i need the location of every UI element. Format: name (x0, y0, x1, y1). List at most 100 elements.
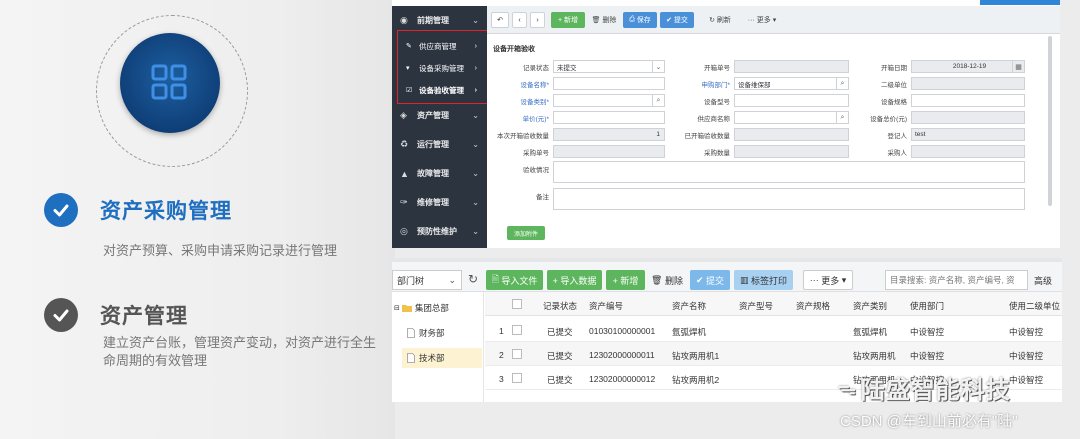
highlight-box (397, 30, 490, 104)
next-button[interactable]: › (530, 12, 545, 28)
print-label-button[interactable]: ▥ 标签打印 (734, 270, 793, 290)
row-checkbox[interactable] (512, 349, 522, 359)
submit-button[interactable]: ✔ 提交 (690, 270, 730, 290)
sidebar-item-preventive[interactable]: ◎ 预防性维护 ⌄ (392, 217, 487, 246)
advanced-search-link[interactable]: 高级 (1034, 274, 1052, 287)
current-count-field[interactable]: 1 (553, 128, 665, 141)
source-watermark: CSDN @车到山前必有"陆" (840, 413, 1018, 430)
check-icon: ✔ (695, 274, 704, 285)
tree-node-finance[interactable]: 财务部 (406, 327, 445, 339)
purchase-no-field[interactable] (553, 145, 665, 158)
sidebar-item-operation[interactable]: ♻ 运行管理 ⌄ (392, 130, 487, 159)
purchase-count-field[interactable] (734, 145, 849, 158)
list-toolbar: 部门树 ⌄ ↻ 🗎 导入文件 + 导入数据 + 新增 🗑 删除 ✔ 提交 ▥ 标… (392, 262, 1062, 292)
table-header: 记录状态 资产编号 资产名称 资产型号 资产规格 资产类别 使用部门 使用二级单… (485, 292, 1062, 316)
ellipsis-icon: ··· (747, 16, 755, 24)
folder-icon (401, 305, 412, 312)
tree-node-root[interactable]: ⊟ 集团总部 (394, 302, 449, 314)
registrant-field[interactable]: test (911, 128, 1025, 141)
prev-button[interactable]: ‹ (512, 12, 527, 28)
record-status-select[interactable]: 未提交 ⌄ (553, 60, 665, 73)
col-header: 资产规格 (796, 301, 831, 311)
label-record-status: 记录状态 (523, 65, 549, 72)
chevron-down-icon: ⌄ (472, 140, 479, 149)
delete-button[interactable]: 🗑 删除 (649, 270, 685, 290)
label-device-type: 设备类别* (520, 99, 549, 106)
col-header: 资产编号 (589, 301, 624, 311)
check-circle-icon (44, 193, 78, 227)
sidebar-item-repair[interactable]: ✑ 维修管理 ⌄ (392, 188, 487, 217)
recycle-icon: ♻ (400, 139, 409, 149)
dept-tree-select[interactable]: 部门树 ⌄ (392, 270, 462, 290)
undo-icon: ↶ (497, 17, 503, 24)
more-button[interactable]: ··· 更多 ▾ (742, 12, 782, 28)
sidebar-item-asset[interactable]: ◈ 资产管理 ⌄ (392, 101, 487, 130)
total-price-field[interactable] (911, 111, 1025, 124)
chevron-left-icon: ‹ (518, 16, 521, 24)
form-title: 设备开箱验收 (493, 46, 535, 53)
chevron-right-icon: › (536, 16, 539, 24)
form-scrollbar[interactable] (1048, 36, 1052, 206)
device-spec-field[interactable] (911, 94, 1025, 107)
apps-grid-icon (120, 33, 220, 133)
save-button[interactable]: ⎙ 保存 (623, 12, 657, 28)
label-purchase-count: 采购数量 (704, 150, 730, 157)
brand-watermark: ᯓ 陆盛智能科技 (838, 377, 1011, 404)
remark-textarea[interactable] (553, 188, 1025, 210)
open-date-field[interactable]: 2018-12-19 ▦ (911, 60, 1025, 73)
refresh-button[interactable]: ↻ 刷新 (703, 12, 737, 28)
label-device-name: 设备名称* (520, 82, 549, 89)
delete-button[interactable]: 🗑 删除 (589, 12, 619, 28)
table-row[interactable]: 2 已提交 12302000000011 钻攻两用机1 钻攻两用机 中设智控 中… (485, 342, 1062, 366)
device-type-field[interactable]: ⌕ (553, 94, 665, 107)
col-header: 使用部门 (910, 301, 945, 311)
form-toolbar: ↶ ‹ › + 新增 🗑 删除 ⎙ 保存 ✔ 提交 ↻ 刷新 ··· 更多 ▾ (487, 6, 1060, 34)
feature-asset-management: 资产管理 (44, 298, 188, 332)
file-icon: 🗎 (491, 274, 499, 284)
undo-button[interactable]: ↶ (491, 12, 509, 28)
tree-node-tech[interactable]: 技术部 (402, 348, 482, 368)
import-data-button[interactable]: + 导入数据 (547, 270, 602, 290)
label-remark: 备注 (536, 194, 549, 201)
trash-icon: 🗑 (591, 17, 601, 24)
collapse-icon: ⊟ (394, 305, 400, 312)
purchaser-field[interactable] (911, 145, 1025, 158)
barcode-icon: ▥ (739, 274, 749, 285)
supplier-field[interactable]: ⌕ (734, 111, 849, 124)
feature-asset-purchase: 资产采购管理 (44, 193, 232, 227)
refresh-icon[interactable]: ↻ (468, 272, 478, 286)
device-model-field[interactable] (734, 94, 849, 107)
label-purchaser: 采购人 (887, 150, 908, 157)
select-all-checkbox[interactable] (512, 299, 522, 309)
row-checkbox[interactable] (512, 373, 522, 383)
gauge-icon: ◎ (400, 226, 408, 236)
add-attachment-button[interactable]: 添加附件 (507, 226, 545, 240)
accepted-count-field[interactable] (734, 128, 849, 141)
acceptance-textarea[interactable] (553, 161, 1025, 183)
row-checkbox[interactable] (512, 325, 522, 335)
acceptance-form-window: ◉ 前期管理 ⌄ ✎ 供应商管理 › ▾ 设备采购管理 › ☑ 设备验收管理 ›… (392, 0, 1060, 248)
wechat-icon: ᯓ (838, 377, 857, 398)
submit-button[interactable]: ✔ 提交 (660, 12, 694, 28)
col-header: 资产型号 (739, 301, 774, 311)
import-file-button[interactable]: 🗎 导入文件 (486, 270, 543, 290)
sidebar-item-fault[interactable]: ▲ 故障管理 ⌄ (392, 159, 487, 188)
second-unit-field[interactable] (911, 77, 1025, 90)
label-acceptance: 验收情况 (523, 167, 549, 174)
apply-dept-field[interactable]: 设备维保部 ⌕ (734, 77, 849, 90)
chevron-down-icon: ⌄ (472, 16, 479, 25)
trash-icon: 🗑 (651, 274, 663, 285)
unit-price-field[interactable] (553, 111, 665, 124)
search-input[interactable]: 目录搜索: 资产名称, 资产编号, 资 (885, 270, 1028, 290)
box-no-field[interactable] (734, 60, 849, 73)
table-row[interactable]: 1 已提交 01030100000001 氩弧焊机 氩弧焊机 中设智控 中设智控 (485, 318, 1062, 342)
col-header: 资产类别 (853, 301, 888, 311)
add-button[interactable]: + 新增 (606, 270, 645, 290)
col-header: 使用二级单位 (1009, 301, 1061, 311)
label-unit-price: 单价(元)* (522, 116, 549, 123)
more-button[interactable]: ··· 更多 ▾ (803, 270, 853, 290)
add-button[interactable]: + 新增 (551, 12, 585, 28)
device-name-field[interactable] (553, 77, 665, 90)
label-total-price: 设备总价(元) (870, 116, 907, 123)
feature-desc: 对资产预算、采购申请采购记录进行管理 (103, 243, 338, 258)
